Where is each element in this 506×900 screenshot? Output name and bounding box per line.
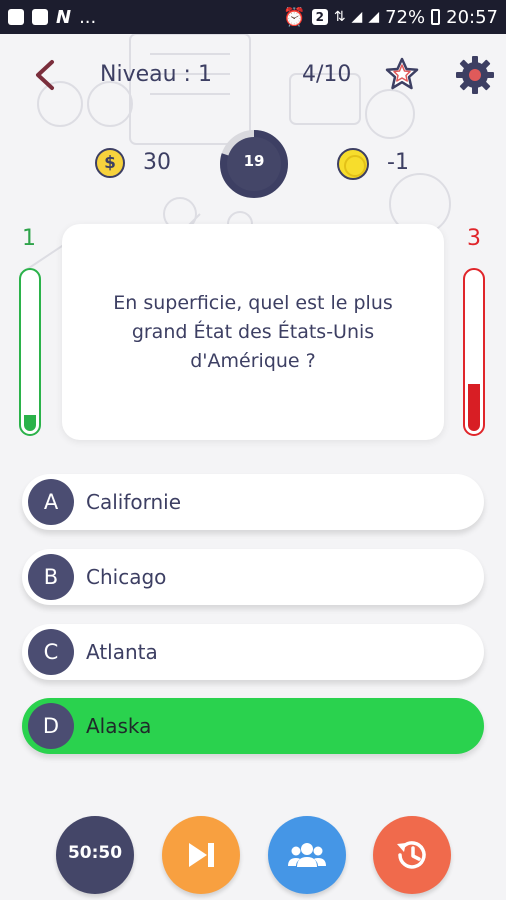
- answer-label: Atlanta: [86, 640, 158, 664]
- dollar-coin-icon: $: [95, 148, 125, 178]
- answer-letter-badge: C: [28, 629, 74, 675]
- notification-count-badge: 2: [311, 9, 328, 25]
- wrong-gauge-fill: [468, 384, 480, 431]
- answer-label: Alaska: [86, 714, 152, 738]
- answer-letter-badge: A: [28, 479, 74, 525]
- rewind-time-button[interactable]: [373, 816, 451, 894]
- question-progress: 4/10: [302, 62, 352, 87]
- answer-letter-badge: B: [28, 554, 74, 600]
- correct-gauge: [19, 268, 41, 436]
- more-notifications: ...: [79, 6, 97, 28]
- star-icon[interactable]: [384, 56, 420, 92]
- skip-question-button[interactable]: [162, 816, 240, 894]
- correct-count: 1: [22, 226, 36, 251]
- history-clock-icon: [397, 841, 426, 869]
- battery-icon: [431, 9, 441, 25]
- correct-gauge-fill: [24, 415, 36, 431]
- answer-letter-badge: D: [28, 703, 74, 749]
- question-card: En superficie, quel est le plus grand Ét…: [62, 224, 444, 440]
- clock: 20:57: [446, 6, 498, 28]
- wrong-gauge: [463, 268, 485, 436]
- question-text: En superficie, quel est le plus grand Ét…: [113, 291, 393, 372]
- skip-forward-icon: [189, 843, 214, 867]
- alarm-icon: ⏰: [283, 6, 306, 28]
- gold-count: -1: [387, 150, 409, 175]
- timer-seconds: 19: [243, 152, 265, 170]
- fifty-fifty-button[interactable]: 50:50: [56, 816, 134, 894]
- answer-option-b[interactable]: B Chicago: [22, 549, 484, 605]
- gallery-icon: [32, 9, 48, 25]
- wrong-count: 3: [467, 226, 481, 251]
- fifty-fifty-label: 50:50: [67, 843, 123, 863]
- dollar-count: 30: [143, 150, 171, 175]
- answer-label: Chicago: [86, 565, 167, 589]
- answer-option-d[interactable]: D Alaska: [22, 698, 484, 754]
- status-bar: N ... ⏰ 2 ⇅ ◢ ◢ 72% 20:57: [0, 0, 506, 34]
- data-transfer-icon: ⇅: [333, 9, 346, 25]
- answer-option-a[interactable]: A Californie: [22, 474, 484, 530]
- gold-coin-icon: [337, 148, 369, 180]
- answer-label: Californie: [86, 490, 182, 514]
- signal-icon-2: ◢: [368, 9, 380, 25]
- answer-option-c[interactable]: C Atlanta: [22, 624, 484, 680]
- image-icon: [8, 9, 24, 25]
- audience-help-button[interactable]: [268, 816, 346, 894]
- battery-percent: 72%: [385, 6, 426, 28]
- settings-gear-icon[interactable]: [455, 55, 495, 95]
- people-group-icon: [288, 843, 326, 867]
- signal-icon: ◢: [351, 9, 363, 25]
- level-label: Niveau : 1: [100, 62, 212, 87]
- n-app-icon: N: [56, 6, 72, 28]
- back-arrow-icon[interactable]: [30, 58, 60, 92]
- top-bar: Niveau : 1 4/10: [0, 50, 506, 100]
- stats-row: $ 30 19 -1: [0, 128, 506, 198]
